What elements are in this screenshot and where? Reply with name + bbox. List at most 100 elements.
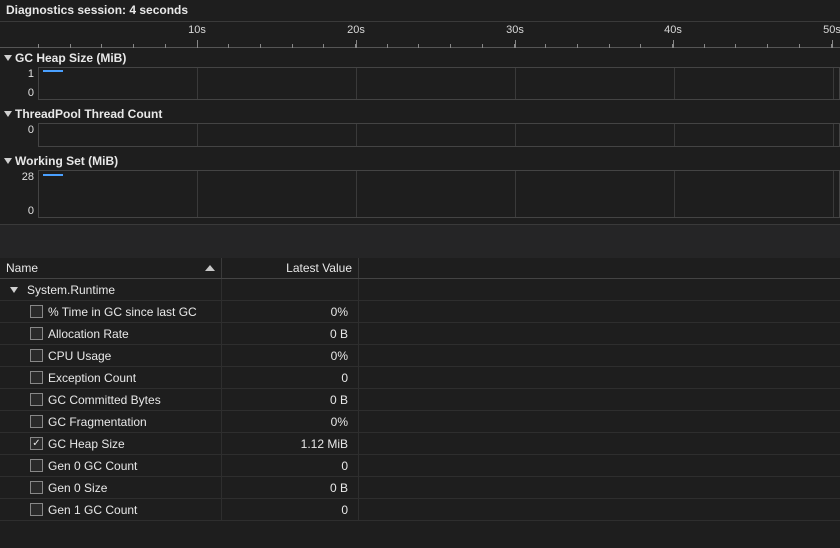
counter-group-system-runtime[interactable]: System.Runtime bbox=[0, 279, 840, 301]
ruler-tick-minor bbox=[577, 44, 578, 48]
ruler-tick-minor bbox=[197, 44, 198, 48]
counter-value: 0% bbox=[222, 301, 359, 322]
ruler-tick-minor bbox=[387, 44, 388, 48]
chart-plot-gc[interactable] bbox=[38, 67, 840, 100]
counter-row[interactable]: Gen 1 GC Count0 bbox=[0, 499, 840, 521]
counter-row[interactable]: GC Heap Size 1.12 MiB bbox=[0, 433, 840, 455]
group-label: System.Runtime bbox=[27, 283, 115, 297]
ruler-label: 30s bbox=[506, 24, 524, 36]
chart-yaxis-ws: 28 0 bbox=[0, 170, 38, 218]
ruler-tick-minor bbox=[260, 44, 261, 48]
chart-plot-tp[interactable] bbox=[38, 123, 840, 147]
counter-value: 0% bbox=[222, 345, 359, 366]
chart-title-ws[interactable]: Working Set (MiB) bbox=[0, 151, 840, 170]
counter-label: Gen 0 GC Count bbox=[48, 459, 137, 473]
counter-row[interactable]: Gen 0 Size0 B bbox=[0, 477, 840, 499]
ytick: 1 bbox=[28, 68, 34, 80]
ruler-tick-minor bbox=[323, 44, 324, 48]
ytick: 28 bbox=[22, 171, 34, 183]
chart-yaxis-tp: 0 bbox=[0, 123, 38, 147]
ruler-tick-minor bbox=[545, 44, 546, 48]
counter-checkbox[interactable] bbox=[30, 305, 43, 318]
counter-checkbox[interactable] bbox=[30, 437, 43, 450]
counter-name-cell: GC Fragmentation bbox=[0, 411, 222, 432]
ruler-tick-minor bbox=[70, 44, 71, 48]
table-header: Name Latest Value bbox=[0, 258, 840, 279]
ruler-tick-minor bbox=[450, 44, 451, 48]
column-label: Name bbox=[6, 261, 38, 275]
counter-checkbox[interactable] bbox=[30, 481, 43, 494]
timeline-ruler[interactable]: 10s20s30s40s50s bbox=[0, 22, 840, 48]
ruler-tick-major bbox=[356, 40, 357, 48]
counter-checkbox[interactable] bbox=[30, 371, 43, 384]
chart-title-text: GC Heap Size (MiB) bbox=[15, 51, 126, 65]
counter-row[interactable]: CPU Usage 0% bbox=[0, 345, 840, 367]
chart-title-tp[interactable]: ThreadPool Thread Count bbox=[0, 104, 840, 123]
ruler-tick-minor bbox=[133, 44, 134, 48]
counter-checkbox[interactable] bbox=[30, 393, 43, 406]
counter-value: 0% bbox=[222, 411, 359, 432]
counter-row[interactable]: Exception Count 0 bbox=[0, 367, 840, 389]
ruler-tick-minor bbox=[704, 44, 705, 48]
ruler-tick-minor bbox=[355, 44, 356, 48]
counter-label: GC Fragmentation bbox=[48, 415, 147, 429]
chart-gc-heap-size: GC Heap Size (MiB) 1 0 bbox=[0, 48, 840, 100]
counter-name-cell: CPU Usage bbox=[0, 345, 222, 366]
chevron-down-icon bbox=[4, 55, 12, 61]
ruler-tick-minor bbox=[101, 44, 102, 48]
chart-threadpool: ThreadPool Thread Count 0 bbox=[0, 104, 840, 147]
chart-plot-ws[interactable] bbox=[38, 170, 840, 218]
ruler-tick-minor bbox=[799, 44, 800, 48]
ruler-tick-minor bbox=[767, 44, 768, 48]
counter-value: 0 B bbox=[222, 323, 359, 344]
counter-label: Gen 1 GC Count bbox=[48, 503, 137, 517]
counter-checkbox[interactable] bbox=[30, 459, 43, 472]
chevron-down-icon bbox=[10, 287, 18, 293]
counter-value: 0 bbox=[222, 367, 359, 388]
counter-value: 0 B bbox=[222, 477, 359, 498]
counter-row[interactable]: Gen 0 GC Count 0 bbox=[0, 455, 840, 477]
counter-label: Allocation Rate bbox=[48, 327, 129, 341]
chart-title-text: Working Set (MiB) bbox=[15, 154, 118, 168]
counter-row[interactable]: % Time in GC since last GC0% bbox=[0, 301, 840, 323]
data-mark bbox=[43, 174, 63, 176]
ytick: 0 bbox=[28, 124, 34, 136]
ruler-baseline bbox=[0, 47, 840, 48]
ruler-tick-minor bbox=[609, 44, 610, 48]
counter-label: CPU Usage bbox=[48, 349, 111, 363]
counter-name-cell: GC Committed Bytes bbox=[0, 389, 222, 410]
chart-title-text: ThreadPool Thread Count bbox=[15, 107, 162, 121]
ruler-tick-minor bbox=[640, 44, 641, 48]
counter-checkbox[interactable] bbox=[30, 349, 43, 362]
counter-checkbox[interactable] bbox=[30, 415, 43, 428]
counter-row[interactable]: Allocation Rate 0 B bbox=[0, 323, 840, 345]
counter-name-cell: Gen 1 GC Count bbox=[0, 499, 222, 520]
ytick: 0 bbox=[28, 205, 34, 217]
chart-yaxis-gc: 1 0 bbox=[0, 67, 38, 100]
counters-table: Name Latest Value System.Runtime % Time … bbox=[0, 258, 840, 521]
counter-value: 0 bbox=[222, 455, 359, 476]
column-header-latest-value[interactable]: Latest Value bbox=[222, 258, 359, 278]
counter-name-cell: % Time in GC since last GC bbox=[0, 301, 222, 322]
counter-row[interactable]: GC Fragmentation 0% bbox=[0, 411, 840, 433]
column-header-name[interactable]: Name bbox=[0, 258, 222, 278]
counter-row[interactable]: GC Committed Bytes0 B bbox=[0, 389, 840, 411]
counter-name-cell: Gen 0 GC Count bbox=[0, 455, 222, 476]
counter-label: GC Heap Size bbox=[48, 437, 125, 451]
ruler-label: 50s bbox=[823, 24, 840, 36]
counter-label: Exception Count bbox=[48, 371, 136, 385]
chart-title-gc[interactable]: GC Heap Size (MiB) bbox=[0, 48, 840, 67]
counter-checkbox[interactable] bbox=[30, 327, 43, 340]
counter-value: 1.12 MiB bbox=[222, 433, 359, 454]
chart-working-set: Working Set (MiB) 28 0 bbox=[0, 151, 840, 218]
counter-checkbox[interactable] bbox=[30, 503, 43, 516]
counter-name-cell: Allocation Rate bbox=[0, 323, 222, 344]
counter-name-cell: Gen 0 Size bbox=[0, 477, 222, 498]
counters-body[interactable]: System.Runtime % Time in GC since last G… bbox=[0, 279, 840, 521]
ruler-tick-minor bbox=[292, 44, 293, 48]
ruler-tick-minor bbox=[38, 44, 39, 48]
column-header-spacer bbox=[359, 258, 840, 278]
ruler-label: 40s bbox=[664, 24, 682, 36]
panel-separator[interactable] bbox=[0, 224, 840, 258]
chevron-down-icon bbox=[4, 111, 12, 117]
